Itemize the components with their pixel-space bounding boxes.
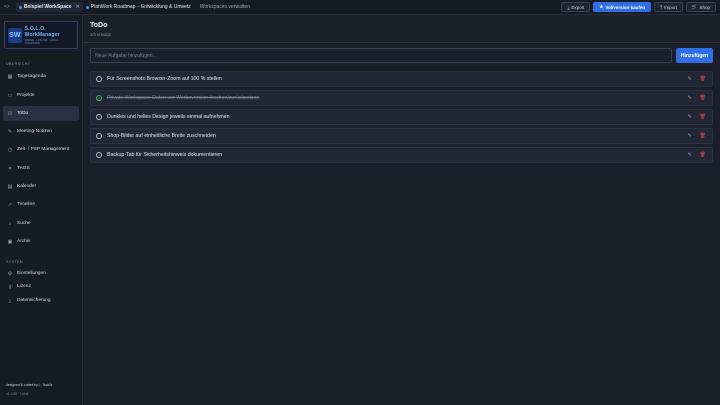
clock-icon: ◷ [7,146,13,153]
version-text: v1.0.88 · Lokal [6,392,29,396]
top-bar: <> Beispiel WorkSpace ✕ PlanWerk Roadmap… [0,0,720,15]
chat-icon: ✎ [7,128,13,135]
workspace-tab-label: PlanWerk Roadmap – Entwicklung & Umsetz [90,4,191,10]
app-logo: SW S.O.L.O. WorkManager SIMPLE · OFFLINE… [4,21,78,49]
todo-checkbox[interactable] [96,76,102,82]
import-button[interactable]: ⤒ Import [654,2,683,12]
sidebar-item-archiv[interactable]: ▣ Archiv [3,234,79,249]
workspace-dot-icon [18,5,22,9]
logo-mark-icon: SW [8,27,22,43]
todo-text: Private Workspace-Daten vor Werbeversion… [107,95,260,101]
sidebar-item-tagesagenda[interactable]: ▦ Tagesagenda [3,69,79,84]
todo-row: Für Screenshots Browser-Zoom auf 100 % s… [90,71,713,87]
workspace-tab-planwerk[interactable]: PlanWerk Roadmap – Entwicklung & Umsetz [83,2,194,12]
sidebar-item-projekte[interactable]: ▭ Projekte [3,88,79,103]
todo-checkbox[interactable] [96,114,102,120]
sidebar-item-timeline[interactable]: ↗ Timeline [3,197,79,212]
todo-row: ✓ Private Workspace-Daten vor Werbeversi… [90,90,713,106]
logo-title: S.O.L.O. WorkManager [24,25,60,38]
trash-icon[interactable]: 🗑 [700,152,706,158]
sidebar-item-tags[interactable]: ⌗ TAGS [3,161,79,176]
todo-checkbox[interactable] [96,133,102,139]
workspace-dot-icon [85,5,89,9]
star-icon: ★ [599,4,604,9]
todo-text: Backup-Tab für Sicherheitshinweis dokume… [107,152,223,158]
edit-icon[interactable]: ✎ [687,133,691,139]
download-icon: ⤓ [8,297,12,304]
sidebar-item-meeting-notizen[interactable]: ✎ Meeting-Notizen [3,124,79,139]
sidebar-item-zeit-psp[interactable]: ◷ Zeit- / PSP Management [3,142,79,157]
folder-icon: ▭ [7,92,13,99]
search-icon: ⌕ [8,220,12,227]
timeline-icon: ↗ [7,201,13,208]
key-icon: ⚷ [8,283,12,290]
credits-text: designed & coded by L. Tschilz [6,383,53,387]
collapse-sidebar-icon[interactable]: <> [4,4,10,10]
archive-icon: ▣ [7,238,13,245]
trash-icon[interactable]: 🗑 [700,76,706,82]
sidebar-item-datensicherung[interactable]: ⤓ Datensicherung [3,293,79,308]
close-icon[interactable]: ✕ [76,4,80,10]
calendar-icon: ▤ [7,183,13,190]
export-icon: ⤓ [567,4,570,10]
tag-icon: ⌗ [8,165,12,172]
page-title: ToDo [90,22,108,29]
sidebar-item-kalender[interactable]: ▤ Kalender [3,179,79,194]
export-button[interactable]: ⤓ Export [561,2,591,12]
edit-icon[interactable]: ✎ [687,114,691,120]
trash-icon[interactable]: 🗑 [700,114,706,120]
new-todo-input[interactable] [90,48,672,63]
todo-checkbox[interactable] [96,152,102,158]
todo-row: Backup-Tab für Sicherheitshinweis dokume… [90,147,713,163]
todo-text: Für Screenshots Browser-Zoom auf 100 % s… [107,76,222,82]
divider [83,42,720,43]
todo-text: Shop-Bilder auf einheitliche Breite zusc… [107,133,216,139]
calendar-day-icon: ▦ [7,73,13,80]
edit-icon[interactable]: ✎ [687,95,691,101]
cart-icon: 🛒 [691,4,698,9]
todo-row: Dunkles und helles Design jeweils einmal… [90,109,713,125]
workspace-tab-label: Beispiel WorkSpace [23,4,72,10]
import-icon: ⤒ [660,4,663,10]
edit-icon[interactable]: ✎ [687,76,691,82]
add-todo-button[interactable]: Hinzufügen [676,48,713,63]
sidebar-item-suche[interactable]: ⌕ Suche [3,216,79,231]
manage-workspaces-link[interactable]: Workspaces verwalten [200,4,250,10]
section-label-main: ÜBERSICHT [6,62,31,66]
logo-subtitle: SIMPLE · OFFLINE · LOCAL · ORGANIZED [24,38,60,45]
shop-button[interactable]: 🛒 Shop [685,2,716,12]
buy-full-version-button[interactable]: ★ Vollversion kaufen [593,2,652,12]
workspace-tab-beispiel[interactable]: Beispiel WorkSpace ✕ [15,2,83,12]
edit-icon[interactable]: ✎ [687,152,691,158]
page-subtitle: 1/5 erledigt [90,32,111,37]
section-label-system: SYSTEM [6,260,24,264]
todo-text: Dunkles und helles Design jeweils einmal… [107,114,230,120]
sidebar-item-lizenz[interactable]: ⚷ Lizenz [3,279,79,294]
trash-icon[interactable]: 🗑 [700,95,706,101]
checklist-icon: ☑ [7,110,13,117]
todo-row: Shop-Bilder auf einheitliche Breite zusc… [90,128,713,144]
main-content: ToDo 1/5 erledigt Hinzufügen Für Screens… [83,15,720,405]
trash-icon[interactable]: 🗑 [700,133,706,139]
sidebar-item-todo[interactable]: ☑ ToDo [3,106,79,121]
todo-checkbox-checked[interactable]: ✓ [96,95,102,101]
gear-icon: ⚙ [7,270,13,277]
sidebar: SW S.O.L.O. WorkManager SIMPLE · OFFLINE… [0,15,83,405]
